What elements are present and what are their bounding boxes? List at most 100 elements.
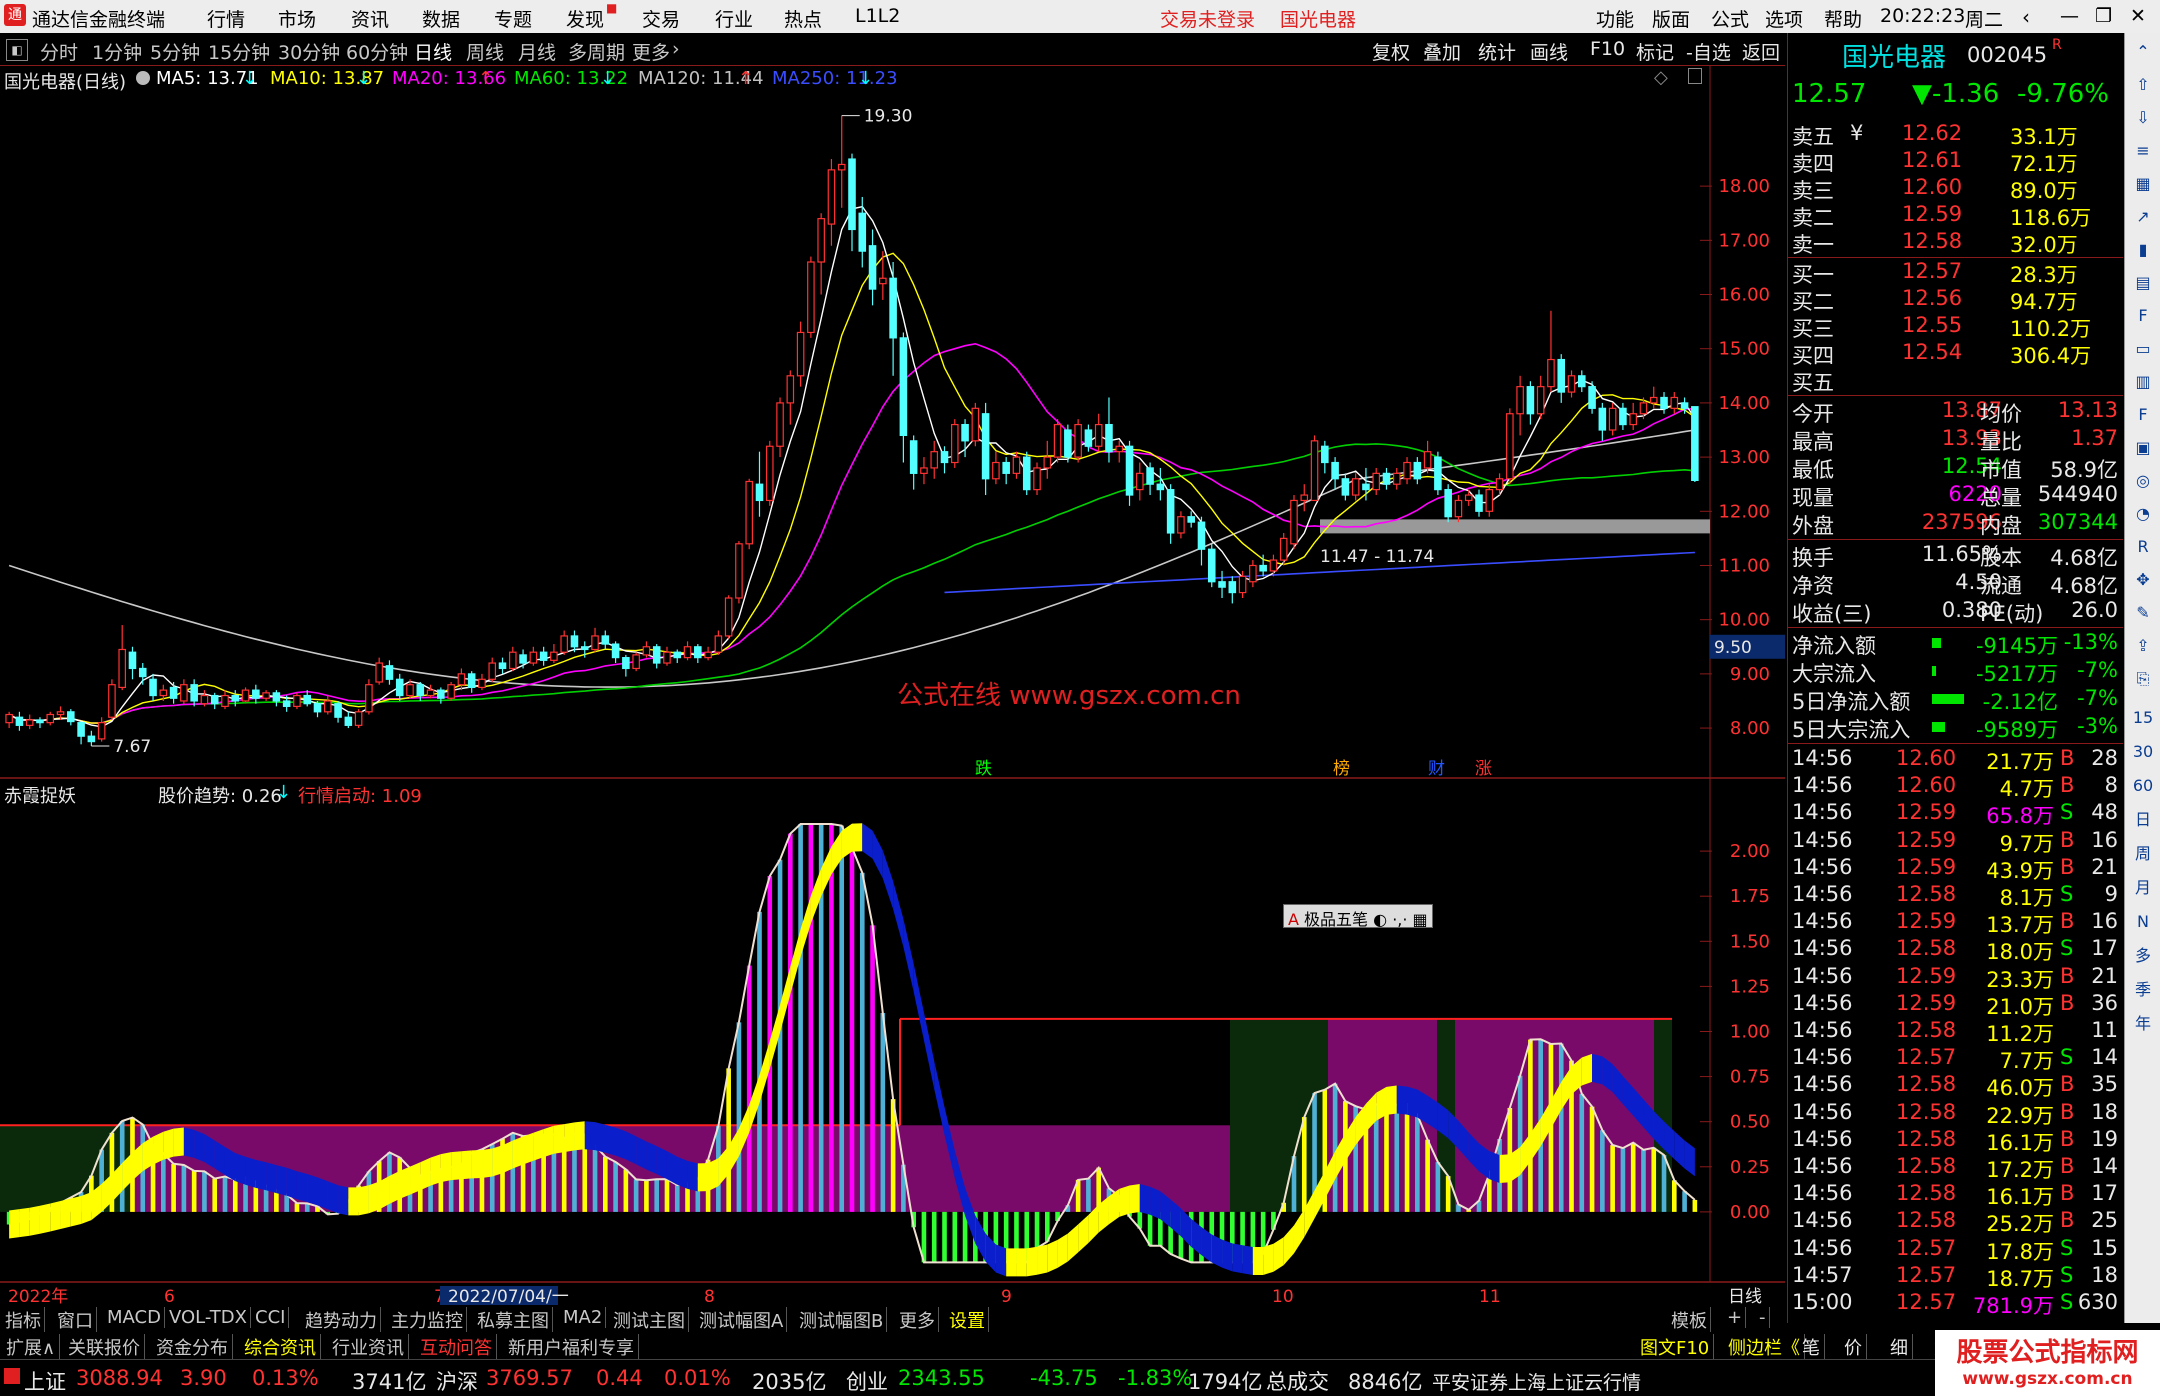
candle-body[interactable] [1074,423,1082,458]
list-icon[interactable]: ≡ [2129,138,2157,164]
grid-icon[interactable]: ▤ [2129,270,2157,296]
candle-body[interactable] [272,692,281,702]
menu-3[interactable]: 数据 [422,5,460,32]
candle-body[interactable] [889,277,897,339]
candle-body[interactable] [1043,456,1052,469]
period-tab-4[interactable]: 30分钟 [278,38,340,65]
candle-body[interactable] [478,678,486,689]
period-more-chevron-icon[interactable]: › [672,38,680,60]
candle-body[interactable] [1269,559,1278,572]
candle-body[interactable] [1444,489,1452,518]
candle-body[interactable] [385,665,394,680]
candle-body[interactable] [1516,386,1524,415]
pen-icon[interactable]: ✎ [2129,600,2157,626]
candle-body[interactable] [1105,423,1113,453]
candle-body[interactable] [673,651,682,659]
candle-body[interactable] [262,692,270,699]
table-icon[interactable]: ▦ [2129,171,2157,197]
candle-body[interactable] [632,654,640,670]
gauge-icon[interactable]: ◔ [2129,501,2157,527]
candle-body[interactable] [1084,429,1093,447]
candle-body[interactable] [1660,396,1668,409]
candle-body[interactable] [231,694,240,702]
sidebar-period-0[interactable]: 15 [2129,705,2157,731]
candle-body[interactable] [1156,483,1165,491]
menu-2[interactable]: 资讯 [351,5,389,32]
indicator-tab-12[interactable]: 更多 [896,1307,939,1333]
candle-body[interactable] [1249,564,1257,583]
candle-body[interactable] [1629,413,1637,426]
candle-body[interactable] [837,163,846,171]
index-name-1[interactable]: 沪深 [436,1366,478,1396]
indicator-tab-7[interactable]: 私募主图 [474,1307,553,1333]
candle-body[interactable] [807,261,815,334]
candle-body[interactable] [67,711,75,723]
panel-toggle-icon[interactable] [1688,68,1702,84]
ext-tab-1[interactable]: 关联报价 [64,1334,145,1360]
tag-icon[interactable]: ▣ [2129,435,2157,461]
settings-dot-icon[interactable] [136,71,150,85]
trade-status[interactable]: 交易未登录 [1160,5,1255,32]
ext-tab-0[interactable]: 扩展∧ [2,1334,61,1360]
candle-body[interactable] [1506,413,1514,480]
minimize-icon[interactable]: — [2060,5,2079,27]
candle-body[interactable] [1053,423,1062,458]
candle-body[interactable] [519,654,527,664]
candle-body[interactable] [56,711,65,716]
indicator-tab-6[interactable]: 主力监控 [388,1307,467,1333]
sidebar-period-2[interactable]: 60 [2129,773,2157,799]
menu-8[interactable]: 热点 [784,5,822,32]
template-tab-2[interactable]: - [1756,1307,1770,1328]
candle-body[interactable] [550,651,558,661]
candle-body[interactable] [776,402,784,447]
period-tab-0[interactable]: 分时 [40,38,78,65]
candle-body[interactable] [961,423,969,442]
index-name-0[interactable]: 上证 [24,1366,66,1396]
candle-body[interactable] [46,713,55,724]
candle-body[interactable] [97,722,106,740]
candle-body[interactable] [1670,396,1679,409]
candle-body[interactable] [765,445,774,502]
candle-body[interactable] [1403,461,1411,480]
side-tab-0[interactable]: 图文F10 [1636,1334,1715,1360]
candle-body[interactable] [15,716,24,726]
candle-body[interactable] [868,245,877,290]
candle-body[interactable] [108,684,116,718]
toolbar-0[interactable]: 复权 [1372,38,1410,65]
candle-body[interactable] [1321,445,1329,464]
candle-body[interactable] [426,689,435,697]
candle-body[interactable] [951,423,959,464]
period-tab-3[interactable]: 15分钟 [208,38,270,65]
candle-body[interactable] [77,722,85,737]
sidebar-period-8[interactable]: 季 [2129,977,2157,1003]
indicator-tab-0[interactable]: 指标 [2,1307,45,1333]
sidebar-period-5[interactable]: 月 [2129,875,2157,901]
toolbar-5[interactable]: 标记 [1636,38,1674,65]
candle-body[interactable] [323,700,332,713]
toolbar-1[interactable]: 叠加 [1423,38,1461,65]
candle-body[interactable] [1218,581,1226,588]
candle-body[interactable] [1094,423,1103,447]
menu-7[interactable]: 行业 [715,5,753,32]
candle-body[interactable] [1002,461,1010,474]
candle-body[interactable] [1177,516,1185,534]
sidebar-period-1[interactable]: 30 [2129,739,2157,765]
chart-area[interactable]: 18.00 17.00 16.00 15.00 14.00 13.00 12.00 11.00… [0,66,1785,1316]
candle-body[interactable] [118,648,126,689]
candle-body[interactable] [694,646,702,659]
candle-body[interactable] [529,651,538,664]
candle-body[interactable] [159,689,168,697]
candle-body[interactable] [252,689,260,699]
candle-body[interactable] [1033,467,1041,491]
candle-body[interactable] [1495,478,1504,491]
candle-body[interactable] [1372,472,1381,491]
candle-body[interactable] [663,651,671,664]
chevron-up-icon[interactable]: ⌃ [2129,39,2157,65]
candle-body[interactable] [344,716,353,726]
period-tab-5[interactable]: 60分钟 [346,38,408,65]
ext-tab-2[interactable]: 资金分布 [152,1334,233,1360]
candle-body[interactable] [981,413,990,480]
right-menu-3[interactable]: 选项 [1765,5,1803,32]
candle-body[interactable] [1279,537,1288,561]
toolbar-7[interactable]: 返回 [1742,38,1780,65]
